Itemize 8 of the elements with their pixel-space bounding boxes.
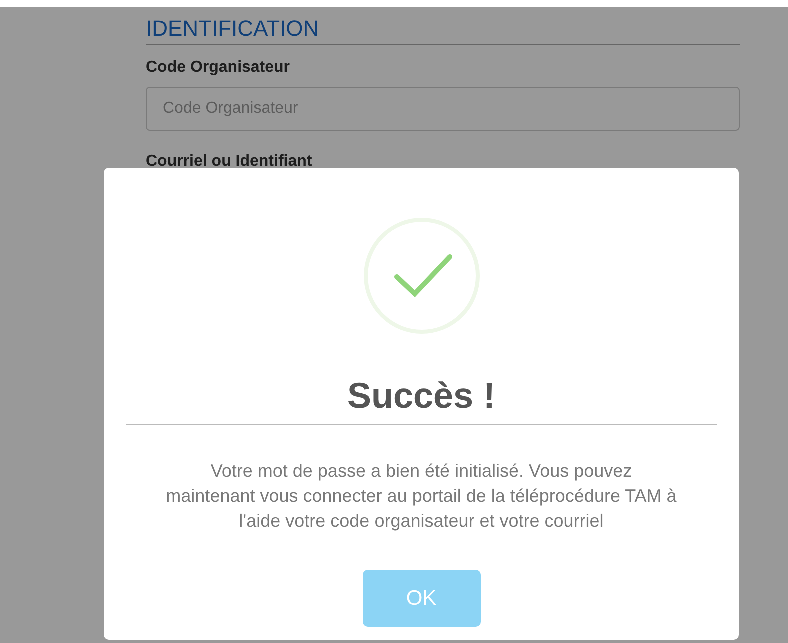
field-label: Code Organisateur xyxy=(146,59,292,77)
section-title: IDENTIFICATION xyxy=(146,16,740,45)
field-label: Courriel ou Identifiant xyxy=(146,153,314,171)
dialog-title: Succès ! xyxy=(126,376,717,425)
dialog-message: Votre mot de passe a bien été initialisé. Vous pouvez maintenant vous connecter au portail de la téléprocédure TAM à l'aide votre code organisateur et votre courriel xyxy=(165,460,678,533)
input-field[interactable]: Code Organisateur xyxy=(146,87,740,131)
ok-button[interactable]: OK xyxy=(362,570,480,627)
checkmark-icon xyxy=(362,217,480,335)
